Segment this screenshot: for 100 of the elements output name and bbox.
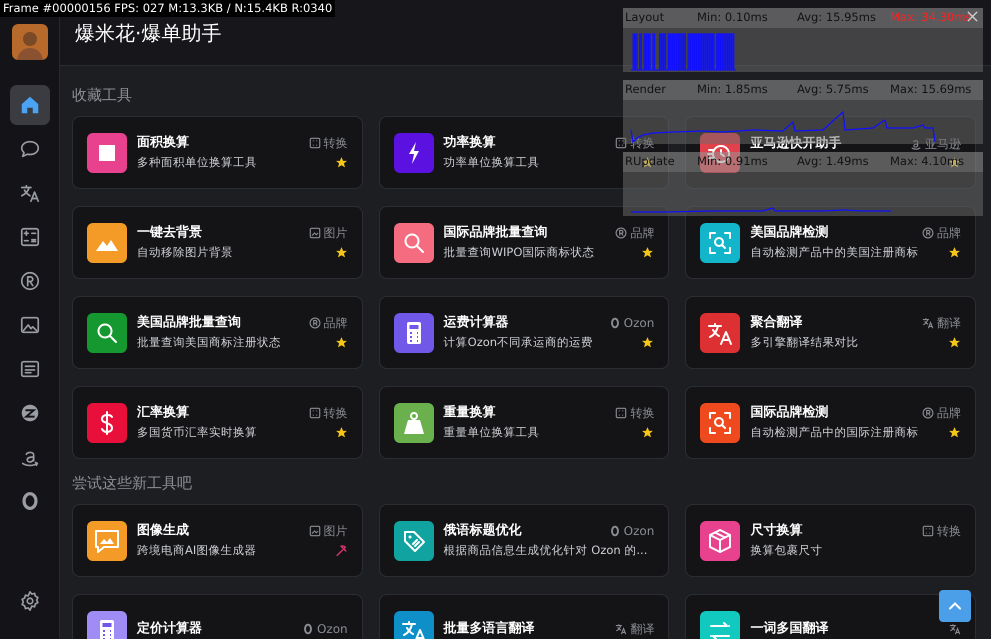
speech-bubble-icon [18, 138, 40, 160]
registered-icon [18, 270, 40, 292]
category-label: 转换 [936, 524, 961, 538]
tool-title: 聚合翻译 [750, 315, 802, 331]
ozon-icon [608, 317, 621, 329]
tool-description: 多引擎翻译结果对比 [750, 335, 858, 350]
tool-title: 美国品牌批量查询 [137, 315, 241, 331]
category-label: 转换 [630, 406, 654, 420]
tool-title: 重量换算 [444, 405, 496, 421]
debug-stats: Frame #00000156 FPS: 027 M:13.3KB / N:15.4KB R:0340 [0, 0, 336, 17]
tool-card[interactable]: 图像生成 图片 跨境电商AI图像生成器 [72, 504, 363, 577]
category-label: 转换 [324, 406, 348, 420]
tool-card[interactable]: 美国品牌批量查询 品牌 批量查询美国商标注册状态 [72, 296, 363, 369]
tool-card[interactable]: 一键去背景 图片 自动移除图片背景 [72, 206, 363, 279]
translate-icon [18, 182, 40, 204]
perf-min: Min: 1.85ms [697, 81, 768, 98]
nav-button[interactable] [10, 85, 50, 125]
registered-icon [922, 227, 934, 239]
category-label: Ozon [624, 524, 654, 538]
translate-icon [615, 622, 628, 634]
grid-icon [922, 525, 934, 537]
tool-card[interactable]: 批量多语言翻译 翻译 [378, 594, 670, 639]
tool-title: 一键去背景 [137, 225, 202, 241]
text-icon [18, 358, 40, 380]
category-label: 品牌 [936, 226, 961, 240]
category-label: 翻译 [936, 316, 961, 330]
perf-max: Max: 15.69ms [890, 81, 972, 98]
category-label: 品牌 [324, 316, 348, 330]
category-label: 品牌 [936, 406, 961, 420]
perf-max: Max: 34.30ms [890, 9, 972, 26]
tool-card[interactable]: 一词多国翻译 [685, 594, 976, 639]
tool-title: 运费计算器 [444, 315, 509, 331]
tool-title: 俄语标题优化 [444, 523, 522, 539]
tool-card[interactable]: 运费计算器 Ozon 计算Ozon不同承运商的运费 [378, 296, 670, 369]
tool-description: 多国货币汇率实时换算 [137, 425, 257, 440]
tool-card[interactable]: 国际品牌批量查询 品牌 批量查询WIPO国际商标状态 [378, 206, 670, 279]
tool-description: 批量查询WIPO国际商标状态 [444, 245, 594, 260]
perf-min: Min: 0.10ms [697, 9, 768, 26]
tool-card[interactable]: 俄语标题优化 Ozon 根据商品信息生成优化针对 Ozon 的... [378, 504, 670, 577]
section-title: 收藏工具 [72, 85, 132, 106]
tool-description: 多种面积单位换算工具 [137, 155, 257, 170]
image-icon [18, 314, 40, 336]
registered-icon [308, 317, 321, 329]
grid-icon [308, 407, 321, 419]
scroll-top-button[interactable] [939, 590, 971, 622]
category-label: 转换 [324, 136, 348, 150]
translate-icon [922, 317, 934, 329]
tool-title: 功率换算 [444, 135, 496, 151]
calculator-icon [18, 226, 40, 248]
tool-title: 批量多语言翻译 [444, 620, 535, 636]
registered-icon [922, 407, 934, 419]
image-icon [308, 227, 321, 239]
tool-description: 跨境电商AI图像生成器 [137, 543, 256, 558]
perf-label: Layout [625, 9, 664, 26]
tool-card[interactable]: 汇率换算 转换 多国货币汇率实时换算 [72, 386, 363, 459]
tool-card[interactable]: 聚合翻译 翻译 多引擎翻译结果对比 [685, 296, 976, 369]
category-label: 图片 [324, 524, 348, 538]
tool-title: 定价计算器 [137, 620, 202, 636]
tool-title: 汇率换算 [137, 405, 189, 421]
tool-description: 自动检测产品中的美国注册商标 [750, 245, 918, 260]
tool-card[interactable]: 尺寸换算 转换 换算包裹尺寸 [685, 504, 976, 577]
settings-icon [18, 590, 40, 612]
tool-title: 图像生成 [137, 523, 189, 539]
tool-title: 国际品牌检测 [750, 405, 828, 421]
grid-icon [308, 137, 321, 149]
tool-card[interactable]: 面积换算 转换 多种面积单位换算工具 [72, 116, 363, 189]
category-label: Ozon [316, 622, 348, 636]
tool-card[interactable]: 定价计算器 Ozon [72, 594, 363, 639]
perf-avg: Avg: 1.49ms [797, 153, 869, 170]
category-label: 翻译 [630, 622, 654, 636]
tool-title: 尺寸换算 [750, 523, 802, 539]
category-label: Ozon [624, 316, 654, 330]
ozon-icon [302, 622, 314, 634]
tool-card[interactable]: 国际品牌检测 品牌 自动检测产品中的国际注册商标 [685, 386, 976, 459]
tool-description: 重量单位换算工具 [444, 425, 540, 440]
tool-card[interactable]: 重量换算 转换 重量单位换算工具 [378, 386, 670, 459]
ozon-icon [608, 525, 621, 537]
tool-title: 国际品牌批量查询 [444, 225, 548, 241]
tool-description: 换算包裹尺寸 [750, 543, 822, 558]
registered-icon [615, 227, 628, 239]
tool-title: 亚马逊快开助手 [750, 136, 842, 152]
tool-card[interactable]: 美国品牌检测 品牌 自动检测产品中的美国注册商标 [685, 206, 976, 279]
category-label: 图片 [324, 226, 348, 240]
grid-icon [615, 407, 628, 419]
grid-icon [615, 137, 628, 149]
tool-title: 美国品牌检测 [750, 225, 828, 241]
tool-title: 面积换算 [137, 135, 189, 151]
category-label: 亚马逊 [924, 137, 961, 151]
translate-icon [948, 622, 961, 634]
tool-description: 功率单位换算工具 [444, 155, 540, 170]
app-title: 爆米花·爆单助手 [75, 20, 222, 46]
tool-description: 批量查询美国商标注册状态 [137, 335, 281, 350]
tool-title: 一词多国翻译 [750, 620, 828, 636]
avatar[interactable] [12, 24, 48, 60]
tool-description: 计算Ozon不同承运商的运费 [444, 335, 594, 350]
perf-avg: Avg: 15.95ms [797, 9, 876, 26]
perf-avg: Avg: 5.75ms [797, 81, 869, 98]
image-icon [308, 525, 321, 537]
amazon-icon [910, 138, 922, 150]
tool-description: 自动移除图片背景 [137, 245, 233, 260]
